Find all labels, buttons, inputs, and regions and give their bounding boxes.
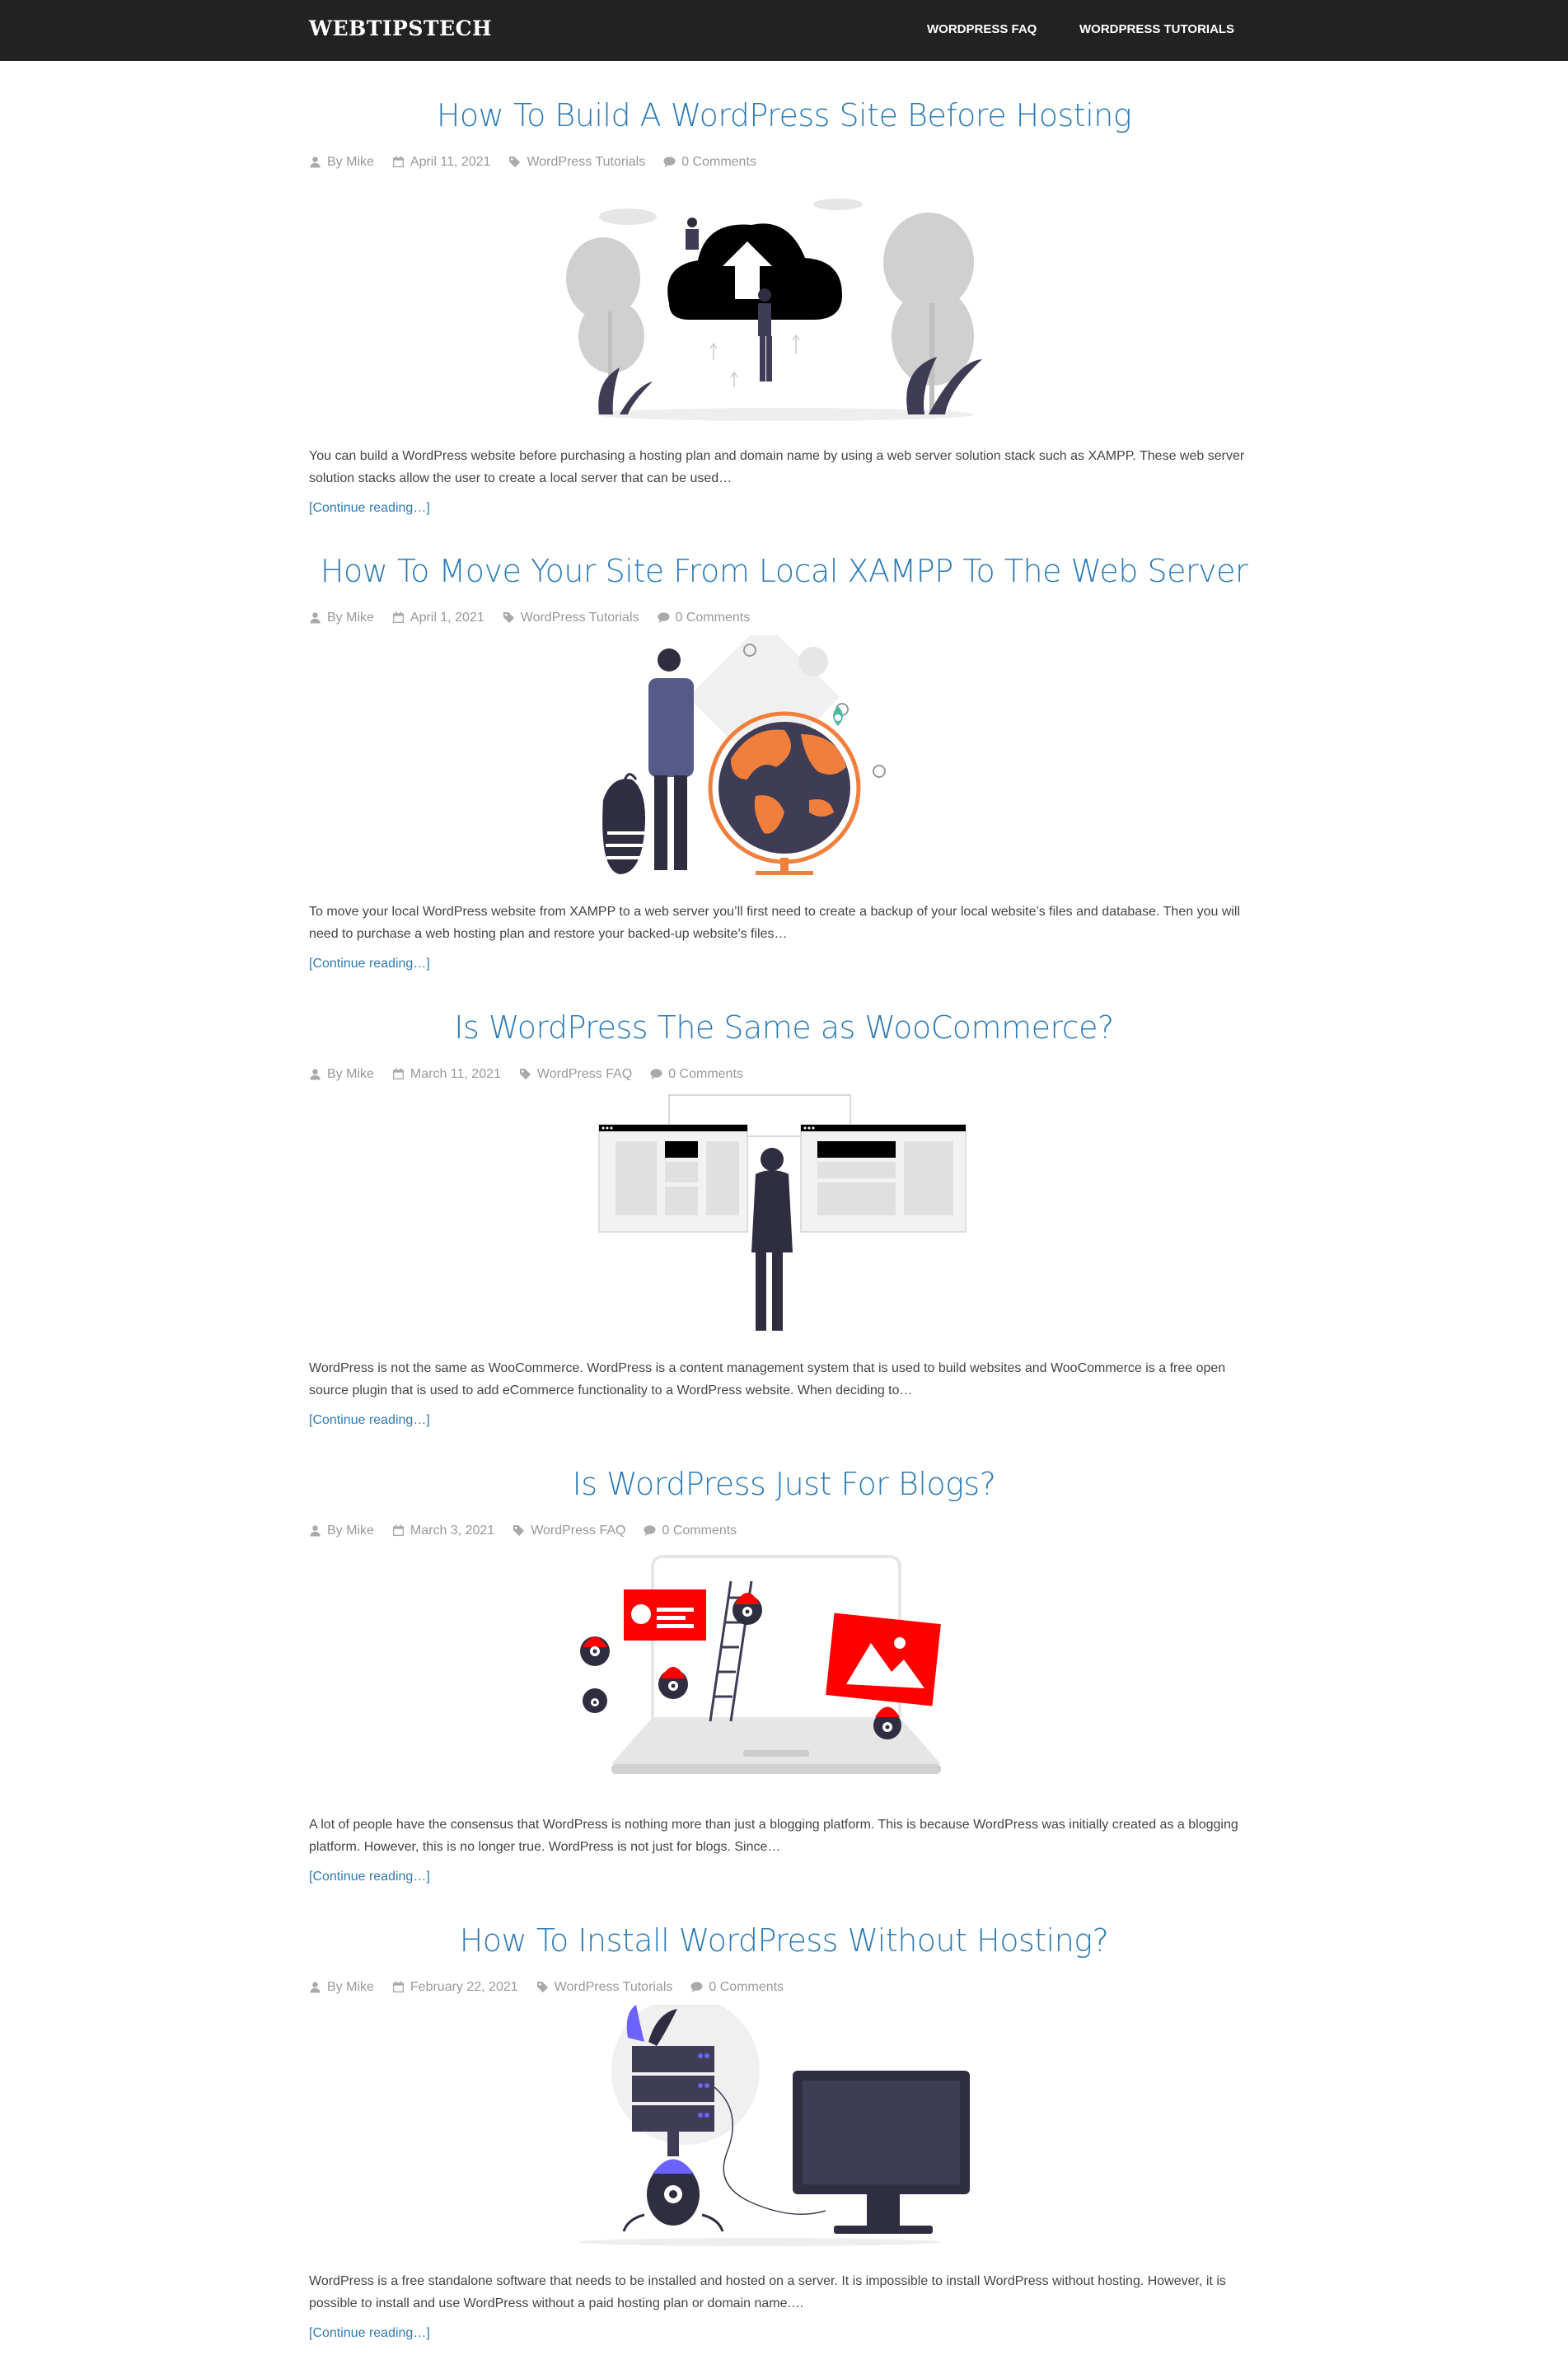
meta-author-text: By Mike — [327, 1523, 374, 1538]
post-title[interactable]: Is WordPress Just For Blogs? — [309, 1466, 1259, 1504]
post-title[interactable]: Is WordPress The Same as WooCommerce? — [309, 1009, 1259, 1047]
continue-reading-link[interactable]: [Continue reading…] — [309, 1870, 430, 1884]
post-meta: By Mike February 22, 2021 WordPress Tuto… — [309, 1980, 1259, 1995]
meta-category: WordPress FAQ — [513, 1524, 625, 1538]
tag-icon — [503, 612, 514, 624]
tag-icon — [509, 157, 521, 168]
meta-date: April 11, 2021 — [392, 154, 491, 170]
laptop-monsters-illustration[interactable] — [554, 1548, 1015, 1795]
calendar-icon — [392, 1524, 404, 1537]
comment-icon — [657, 612, 670, 624]
comment-icon — [650, 1069, 662, 1080]
comments-link[interactable]: 0 Comments — [662, 1524, 737, 1538]
user-icon — [310, 157, 321, 168]
meta-author-text: By Mike — [327, 1066, 374, 1081]
meta-category: WordPress Tutorials — [503, 611, 639, 625]
meta-date: April 1, 2021 — [392, 611, 484, 625]
meta-date-text: February 22, 2021 — [410, 1979, 518, 1994]
tag-icon — [536, 1982, 548, 1993]
calendar-icon — [392, 1981, 404, 1993]
meta-date-text: March 11, 2021 — [410, 1066, 501, 1081]
comment-icon — [663, 157, 676, 168]
calendar-icon — [392, 611, 404, 624]
meta-date: March 3, 2021 — [392, 1524, 494, 1538]
post-meta: By Mike March 11, 2021 WordPress FAQ 0 C… — [309, 1067, 1259, 1082]
cloud-upload-illustration[interactable] — [554, 180, 1015, 427]
meta-author: By Mike — [309, 1524, 374, 1538]
tag-icon — [513, 1525, 525, 1537]
user-icon — [310, 1069, 321, 1080]
category-link[interactable]: WordPress FAQ — [531, 1524, 625, 1538]
category-link[interactable]: WordPress Tutorials — [527, 155, 645, 170]
meta-author-text: By Mike — [327, 1979, 374, 1994]
user-icon — [310, 1982, 321, 1993]
meta-author: By Mike — [309, 1067, 374, 1082]
user-icon — [310, 1525, 321, 1537]
meta-author: By Mike — [309, 611, 374, 625]
meta-comments: 0 Comments — [644, 1524, 737, 1538]
nav-link-wordpress-tutorials[interactable]: WORDPRESS TUTORIALS — [1079, 22, 1234, 36]
meta-date-text: April 1, 2021 — [410, 610, 484, 625]
website-layouts-illustration[interactable] — [554, 1092, 1015, 1339]
comments-link[interactable]: 0 Comments — [681, 155, 756, 170]
continue-reading-link[interactable]: [Continue reading…] — [309, 2326, 430, 2341]
post-excerpt: A lot of people have the consensus that … — [309, 1817, 1238, 1854]
post-excerpt: WordPress is a free standalone software … — [309, 2273, 1226, 2310]
site-title[interactable]: WEBTIPSTECH — [309, 16, 492, 40]
meta-comments: 0 Comments — [657, 611, 751, 625]
calendar-icon — [392, 156, 404, 168]
post-article: Is WordPress Just For Blogs? By Mike Mar… — [309, 1466, 1259, 1884]
meta-comments: 0 Comments — [663, 155, 756, 170]
meta-author-text: By Mike — [327, 610, 374, 625]
post-excerpt: WordPress is not the same as WooCommerce… — [309, 1360, 1226, 1397]
meta-author: By Mike — [309, 155, 374, 170]
post-excerpt: You can build a WordPress website before… — [309, 448, 1245, 485]
post-title[interactable]: How To Move Your Site From Local XAMPP T… — [309, 553, 1259, 591]
comment-icon — [690, 1982, 703, 1993]
post-title[interactable]: How To Install WordPress Without Hosting… — [309, 1922, 1259, 1960]
post-excerpt: To move your local WordPress website fro… — [309, 904, 1241, 941]
site-header: WEBTIPSTECH WORDPRESS FAQ WORDPRESS TUTO… — [0, 0, 1568, 61]
post-meta: By Mike April 1, 2021 WordPress Tutorial… — [309, 611, 1259, 625]
meta-date: March 11, 2021 — [392, 1067, 501, 1082]
category-link[interactable]: WordPress FAQ — [537, 1067, 632, 1082]
comments-link[interactable]: 0 Comments — [709, 1980, 784, 1995]
comment-icon — [644, 1525, 657, 1537]
comments-link[interactable]: 0 Comments — [676, 611, 751, 625]
post-title[interactable]: How To Build A WordPress Site Before Hos… — [309, 97, 1259, 135]
comments-link[interactable]: 0 Comments — [668, 1067, 743, 1082]
post-article: Is WordPress The Same as WooCommerce? By… — [309, 1009, 1259, 1428]
user-icon — [310, 612, 321, 624]
meta-date: February 22, 2021 — [392, 1980, 518, 1995]
continue-reading-link[interactable]: [Continue reading…] — [309, 501, 430, 516]
post-meta: By Mike March 3, 2021 WordPress FAQ 0 Co… — [309, 1524, 1259, 1538]
post-article: How To Install WordPress Without Hosting… — [309, 1922, 1259, 2341]
nav-item-wordpress-faq[interactable]: WORDPRESS FAQ — [927, 22, 1037, 36]
globe-traveler-illustration[interactable] — [554, 634, 1015, 882]
meta-date-text: March 3, 2021 — [410, 1523, 495, 1538]
nav-item-wordpress-tutorials[interactable]: WORDPRESS TUTORIALS — [1079, 22, 1234, 36]
continue-reading-link[interactable]: [Continue reading…] — [309, 1413, 430, 1428]
post-article: How To Build A WordPress Site Before Hos… — [309, 97, 1259, 516]
tag-icon — [519, 1069, 531, 1080]
meta-category: WordPress FAQ — [519, 1067, 632, 1082]
continue-reading-link[interactable]: [Continue reading…] — [309, 957, 430, 971]
meta-author-text: By Mike — [327, 154, 374, 169]
category-link[interactable]: WordPress Tutorials — [521, 611, 639, 625]
meta-date-text: April 11, 2021 — [410, 154, 491, 169]
meta-comments: 0 Comments — [650, 1067, 743, 1082]
meta-comments: 0 Comments — [690, 1980, 784, 1995]
post-meta: By Mike April 11, 2021 WordPress Tutoria… — [309, 155, 1259, 170]
category-link[interactable]: WordPress Tutorials — [555, 1980, 673, 1995]
server-monitor-illustration[interactable] — [554, 2004, 1015, 2252]
meta-category: WordPress Tutorials — [508, 155, 645, 170]
meta-category: WordPress Tutorials — [536, 1980, 673, 1995]
meta-author: By Mike — [309, 1980, 374, 1995]
post-article: How To Move Your Site From Local XAMPP T… — [309, 553, 1259, 971]
calendar-icon — [392, 1068, 404, 1080]
nav-link-wordpress-faq[interactable]: WORDPRESS FAQ — [927, 22, 1037, 36]
